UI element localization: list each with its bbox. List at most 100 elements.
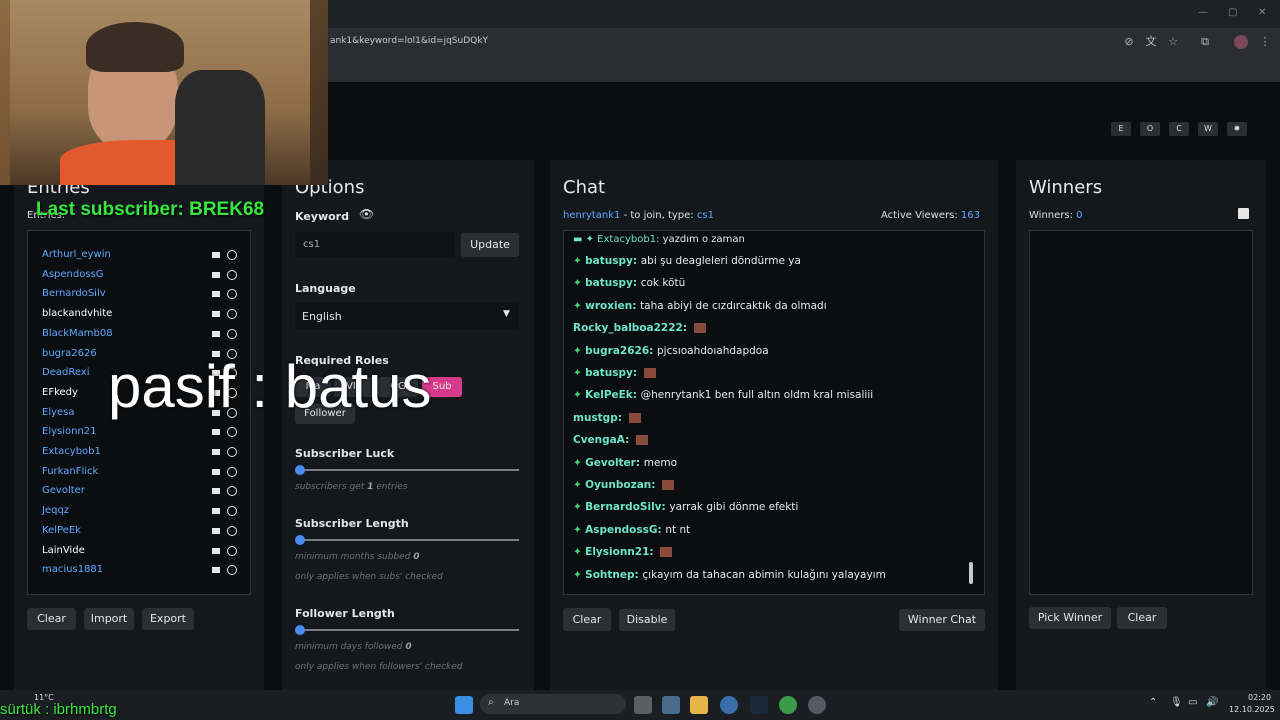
calculator-icon[interactable] xyxy=(662,696,680,714)
translate-icon[interactable]: 文 xyxy=(1144,35,1158,49)
toggle-o[interactable]: O xyxy=(1140,122,1160,136)
entry-name[interactable]: AspendossG xyxy=(42,268,104,282)
entry-name[interactable]: Elyesa xyxy=(42,406,75,420)
entry-name[interactable]: KelPeEk xyxy=(42,524,81,538)
follower-length-slider[interactable] xyxy=(298,629,519,631)
entry-name[interactable]: macius1881 xyxy=(42,563,103,577)
chrome-icon[interactable] xyxy=(779,696,797,714)
subscriber-length-slider[interactable] xyxy=(298,539,519,541)
bookmark-star-icon[interactable]: ☆ xyxy=(1166,35,1180,49)
remove-entry-icon[interactable] xyxy=(212,567,220,574)
entry-name[interactable]: bugra2626 xyxy=(42,347,97,361)
remove-entry-icon[interactable] xyxy=(212,252,220,258)
remove-entry-icon[interactable] xyxy=(212,449,220,455)
chat-username[interactable]: CvengaA xyxy=(573,434,625,446)
remove-entry-icon[interactable] xyxy=(212,508,220,515)
chat-username[interactable]: batuspy xyxy=(585,367,633,379)
chat-scrollbar[interactable] xyxy=(969,562,973,584)
entry-name[interactable]: FurkanFlick xyxy=(42,465,98,479)
chat-username[interactable]: batuspy xyxy=(585,277,633,289)
toggle-e[interactable]: E xyxy=(1111,122,1131,136)
chat-username[interactable]: Gevolter xyxy=(585,457,636,469)
export-button[interactable]: Export xyxy=(142,608,194,630)
chat-username[interactable]: mustgp xyxy=(573,412,618,424)
entry-name[interactable]: Jeqqz xyxy=(42,504,69,518)
url-text[interactable]: ank1&keyword=lol1&id=jqSuDQkY xyxy=(330,36,488,46)
chat-username[interactable]: Rocky_balboa2222 xyxy=(573,322,683,334)
app-icon[interactable] xyxy=(720,696,738,714)
subscriber-luck-knob[interactable] xyxy=(295,465,305,475)
remove-entry-icon[interactable] xyxy=(212,311,220,318)
ban-icon[interactable] xyxy=(227,545,237,556)
entry-name[interactable]: Gevolter xyxy=(42,484,85,498)
chat-username[interactable]: AspendossG xyxy=(585,524,657,536)
winners-clear-button[interactable]: Clear xyxy=(1117,607,1167,629)
channel-name[interactable]: henrytank1 xyxy=(563,210,620,221)
tray-chevron-icon[interactable]: ⌃ xyxy=(1149,697,1157,708)
chat-username[interactable]: Oyunbozan xyxy=(585,479,651,491)
chat-username[interactable]: Elysionn21 xyxy=(585,546,649,558)
entry-name[interactable]: blackandvhite xyxy=(42,307,112,321)
profile-avatar[interactable] xyxy=(1234,35,1248,49)
ban-icon[interactable] xyxy=(227,269,237,280)
chat-username[interactable]: Sohtnep xyxy=(585,569,634,581)
remove-entry-icon[interactable] xyxy=(212,488,220,495)
remove-entry-icon[interactable] xyxy=(212,527,220,534)
chat-username[interactable]: bugra2626 xyxy=(585,345,649,357)
clock-time[interactable]: 02:20 xyxy=(1248,693,1271,702)
chat-username[interactable]: BernardoSilv xyxy=(585,501,661,513)
remove-entry-icon[interactable] xyxy=(212,547,220,554)
close-icon[interactable]: ✕ xyxy=(1258,7,1266,18)
chat-username[interactable]: batuspy xyxy=(585,255,633,267)
entry-name[interactable]: Extacybob1 xyxy=(42,445,101,459)
update-button[interactable]: Update xyxy=(461,233,519,257)
entries-clear-button[interactable]: Clear xyxy=(27,608,76,630)
maximize-icon[interactable]: ▢ xyxy=(1228,7,1237,18)
file-explorer-icon[interactable] xyxy=(690,696,708,714)
remove-entry-icon[interactable] xyxy=(212,291,220,298)
eye-icon[interactable]: 👁 xyxy=(359,207,374,221)
entry-name[interactable]: Elysionn21 xyxy=(42,425,97,439)
extensions-icon[interactable]: ⧉ xyxy=(1198,35,1212,49)
chat-disable-button[interactable]: Disable xyxy=(619,609,675,631)
remove-entry-icon[interactable] xyxy=(212,468,220,475)
chat-username[interactable]: wroxien xyxy=(585,300,632,312)
copy-icon[interactable] xyxy=(1238,208,1249,219)
camera-blocked-icon[interactable]: ⊘ xyxy=(1122,35,1136,49)
theme-toggle-icon[interactable]: ✹ xyxy=(1227,122,1247,136)
remove-entry-icon[interactable] xyxy=(212,429,220,436)
taskbar-search[interactable] xyxy=(480,694,626,714)
entry-name[interactable]: BernardoSilv xyxy=(42,287,106,301)
ban-icon[interactable] xyxy=(227,525,237,536)
toggle-w[interactable]: W xyxy=(1198,122,1218,136)
import-button[interactable]: Import xyxy=(84,608,134,630)
subscriber-length-knob[interactable] xyxy=(295,535,305,545)
remove-entry-icon[interactable] xyxy=(212,271,220,278)
minimize-icon[interactable]: — xyxy=(1198,7,1208,18)
volume-icon[interactable]: 🔊 xyxy=(1206,697,1218,708)
task-view-icon[interactable] xyxy=(634,696,652,714)
entry-name[interactable]: DeadRexi xyxy=(42,366,90,380)
start-icon[interactable] xyxy=(455,696,473,714)
ban-icon[interactable] xyxy=(227,466,237,477)
subscriber-luck-slider[interactable] xyxy=(298,469,519,471)
remove-entry-icon[interactable] xyxy=(212,330,220,337)
microphone-icon[interactable]: 🎙 xyxy=(1170,697,1183,708)
network-icon[interactable]: ▭ xyxy=(1188,697,1197,708)
entry-name[interactable]: BlackMamb08 xyxy=(42,327,113,341)
obs-icon[interactable] xyxy=(808,696,826,714)
ban-icon[interactable] xyxy=(227,250,237,260)
entry-name[interactable]: EFkedy xyxy=(42,386,78,400)
steam-icon[interactable] xyxy=(750,696,768,714)
clock-date[interactable]: 12.10.2025 xyxy=(1229,705,1275,714)
chat-clear-button[interactable]: Clear xyxy=(563,608,611,631)
entry-name[interactable]: Arthurl_eywin xyxy=(42,248,111,262)
menu-dots-icon[interactable]: ⋮ xyxy=(1258,35,1272,49)
winner-chat-button[interactable]: Winner Chat xyxy=(899,609,985,631)
ban-icon[interactable] xyxy=(227,328,237,339)
ban-icon[interactable] xyxy=(227,447,237,457)
chat-username[interactable]: KelPeEk xyxy=(585,389,633,401)
toggle-c[interactable]: C xyxy=(1169,122,1189,136)
follower-length-knob[interactable] xyxy=(295,625,305,635)
pick-winner-button[interactable]: Pick Winner xyxy=(1029,607,1111,629)
